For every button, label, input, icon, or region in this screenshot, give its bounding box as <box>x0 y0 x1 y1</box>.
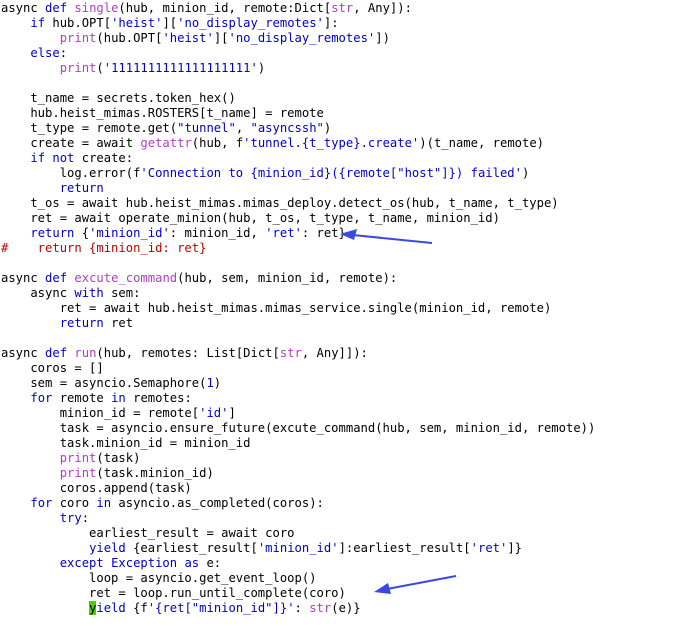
arrow-annotation-yield <box>374 575 457 594</box>
annotation-arrows <box>340 229 457 594</box>
arrow-annotation-return <box>340 229 433 244</box>
